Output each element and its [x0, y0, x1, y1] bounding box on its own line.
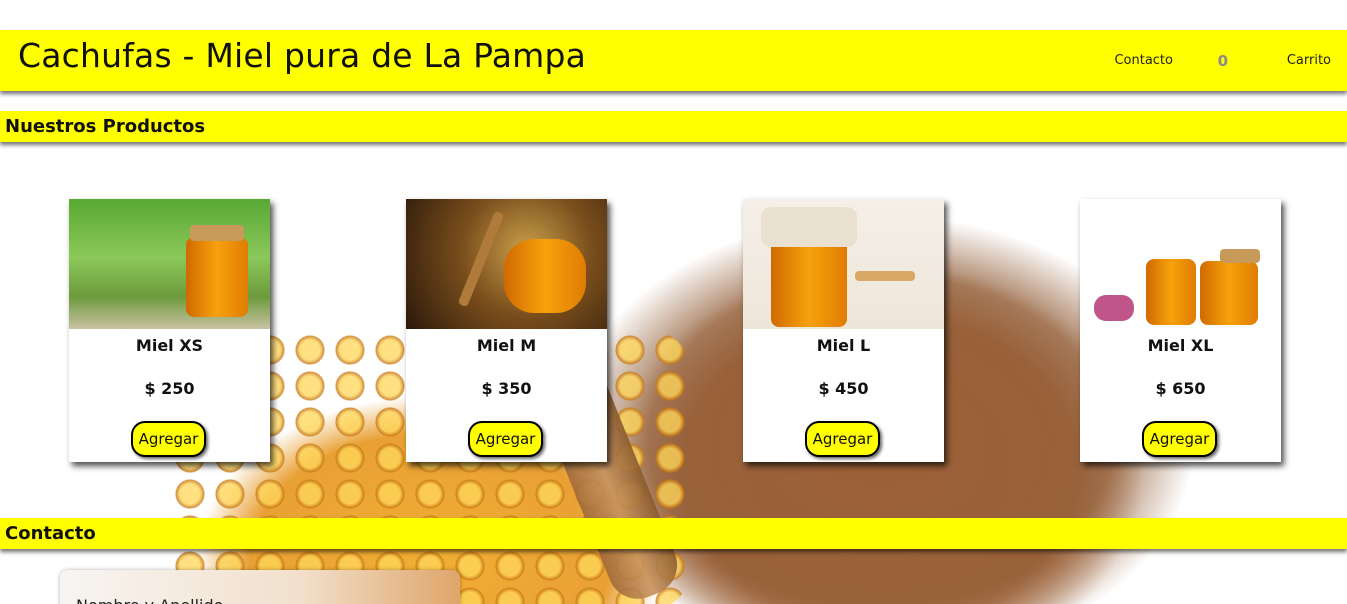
product-image-m — [406, 199, 607, 329]
product-name: Miel XL — [1147, 336, 1214, 355]
product-card-m: Miel M $ 350 Agregar — [406, 199, 607, 462]
product-card-l: Miel L $ 450 Agregar — [743, 199, 944, 462]
product-price: $ 350 — [481, 379, 532, 398]
contact-section-title: Contacto — [0, 518, 1347, 549]
products-section-title: Nuestros Productos — [0, 111, 1347, 142]
nav-cart-link[interactable]: Carrito — [1287, 53, 1331, 68]
product-name: Miel M — [476, 336, 537, 355]
product-card-xs: Miel XS $ 250 Agregar — [69, 199, 270, 462]
product-name: Miel XS — [135, 336, 204, 355]
product-image-l — [743, 199, 944, 329]
product-price: $ 650 — [1155, 379, 1206, 398]
nav-contact-link[interactable]: Contacto — [1114, 53, 1173, 68]
contact-form: Nombre y Apellido — [60, 570, 460, 604]
cart-count-badge: 0 — [1217, 51, 1228, 70]
add-to-cart-button[interactable]: Agregar — [805, 421, 880, 457]
name-field-label: Nombre y Apellido — [76, 596, 223, 604]
add-to-cart-button[interactable]: Agregar — [468, 421, 543, 457]
site-header: Cachufas - Miel pura de La Pampa Contact… — [0, 30, 1347, 91]
product-price: $ 250 — [144, 379, 195, 398]
product-card-xl: Miel XL $ 650 Agregar — [1080, 199, 1281, 462]
add-to-cart-button[interactable]: Agregar — [131, 421, 206, 457]
add-to-cart-button[interactable]: Agregar — [1142, 421, 1217, 457]
product-image-xl — [1080, 199, 1281, 329]
product-price: $ 450 — [818, 379, 869, 398]
product-image-xs — [69, 199, 270, 329]
site-title: Cachufas - Miel pura de La Pampa — [18, 36, 587, 75]
product-name: Miel L — [816, 336, 871, 355]
